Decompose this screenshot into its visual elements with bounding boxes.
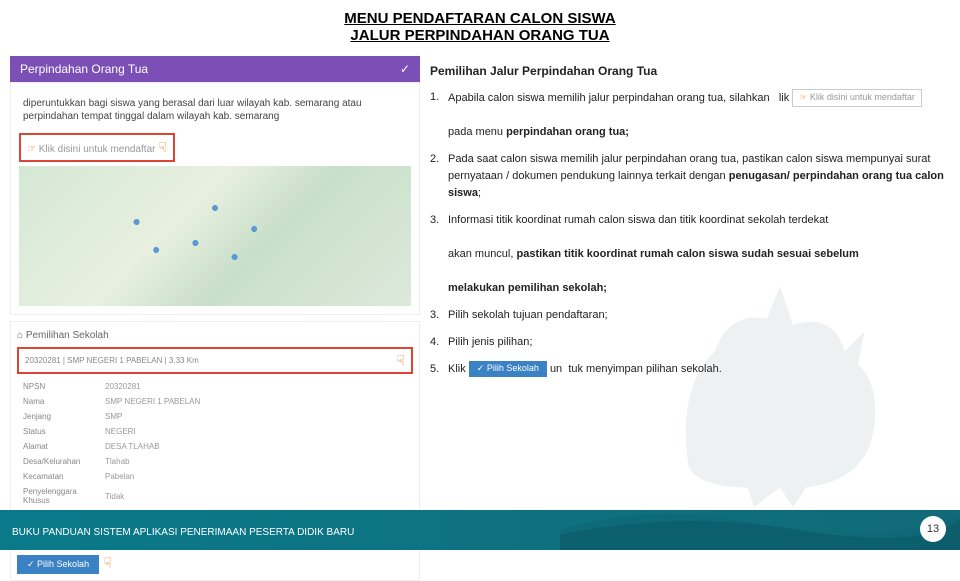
table-row: Desa/KelurahanTlahab xyxy=(19,455,204,468)
panel-description: diperuntukkan bagi siswa yang berasal da… xyxy=(19,91,411,129)
table-row: KecamatanPabelan xyxy=(19,470,204,483)
map-preview xyxy=(19,166,411,306)
klik-mendaftar-highlight: ☞ Klik disini untuk mendaftar ☟ xyxy=(19,133,175,162)
inline-pilih-button: ✓ Pilih Sekolah xyxy=(469,361,547,377)
check-icon: ✓ xyxy=(400,62,410,76)
instruction-item: 1. Apabila calon siswa memilih jalur per… xyxy=(430,89,950,141)
title-line-1: MENU PENDAFTARAN CALON SISWA xyxy=(0,10,960,27)
item-number: 1. xyxy=(430,89,439,106)
instruction-item: 4. Pilih jenis pilihan; xyxy=(430,334,950,351)
hand-cursor-icon: ☟ xyxy=(104,554,113,570)
instruction-item: 3. Pilih sekolah tujuan pendaftaran; xyxy=(430,307,950,324)
footer-text: BUKU PANDUAN SISTEM APLIKASI PENERIMAAN … xyxy=(12,527,354,538)
hand-cursor-icon: ☟ xyxy=(158,139,167,155)
instruction-item: 2. Pada saat calon siswa memilih jalur p… xyxy=(430,151,950,202)
klik-text: Klik disini untuk mendaftar xyxy=(39,144,156,155)
panel-header: Perpindahan Orang Tua ✓ xyxy=(10,56,420,82)
panel-body: diperuntukkan bagi siswa yang berasal da… xyxy=(10,82,420,315)
instruction-item: 5. Klik ✓ Pilih Sekolah un tuk menyimpan… xyxy=(430,361,950,378)
table-row: AlamatDESA TLAHAB xyxy=(19,440,204,453)
item-number: 4. xyxy=(430,334,439,351)
item-number: 3. xyxy=(430,307,439,324)
inline-klik-badge: ☞ Klik disini untuk mendaftar xyxy=(792,89,922,107)
table-row: Penyelenggara KhususTidak xyxy=(19,485,204,507)
left-screenshot: Perpindahan Orang Tua ✓ diperuntukkan ba… xyxy=(10,56,420,581)
table-row: NamaSMP NEGERI 1 PABELAN xyxy=(19,395,204,408)
hand-cursor-icon: ☟ xyxy=(396,352,405,369)
table-row: JenjangSMP xyxy=(19,410,204,423)
pointer-icon: ☞ xyxy=(27,144,36,155)
pilih-sekolah-button[interactable]: ✓ Pilih Sekolah xyxy=(17,555,99,574)
footer-wave-icon xyxy=(560,490,960,550)
title-line-2: JALUR PERPINDAHAN ORANG TUA xyxy=(0,27,960,44)
item-number: 3. xyxy=(430,212,439,229)
item-number: 2. xyxy=(430,151,439,168)
instructions-heading: Pemilihan Jalur Perpindahan Orang Tua xyxy=(430,62,950,81)
school-detail-table: NPSN20320281 NamaSMP NEGERI 1 PABELAN Je… xyxy=(17,378,206,524)
item-number: 5. xyxy=(430,361,439,378)
panel-header-text: Perpindahan Orang Tua xyxy=(20,62,148,76)
table-row: StatusNEGERI xyxy=(19,425,204,438)
school-row-highlight: 20320281 | SMP NEGERI 1 PABELAN | 3.33 K… xyxy=(17,347,413,374)
school-section-title: ⌂ Pemilihan Sekolah xyxy=(17,328,413,347)
table-row: NPSN20320281 xyxy=(19,380,204,393)
page-number: 13 xyxy=(920,516,946,542)
school-row-text: 20320281 | SMP NEGERI 1 PABELAN | 3.33 K… xyxy=(25,356,199,365)
instruction-item: 3. Informasi titik koordinat rumah calon… xyxy=(430,212,950,297)
